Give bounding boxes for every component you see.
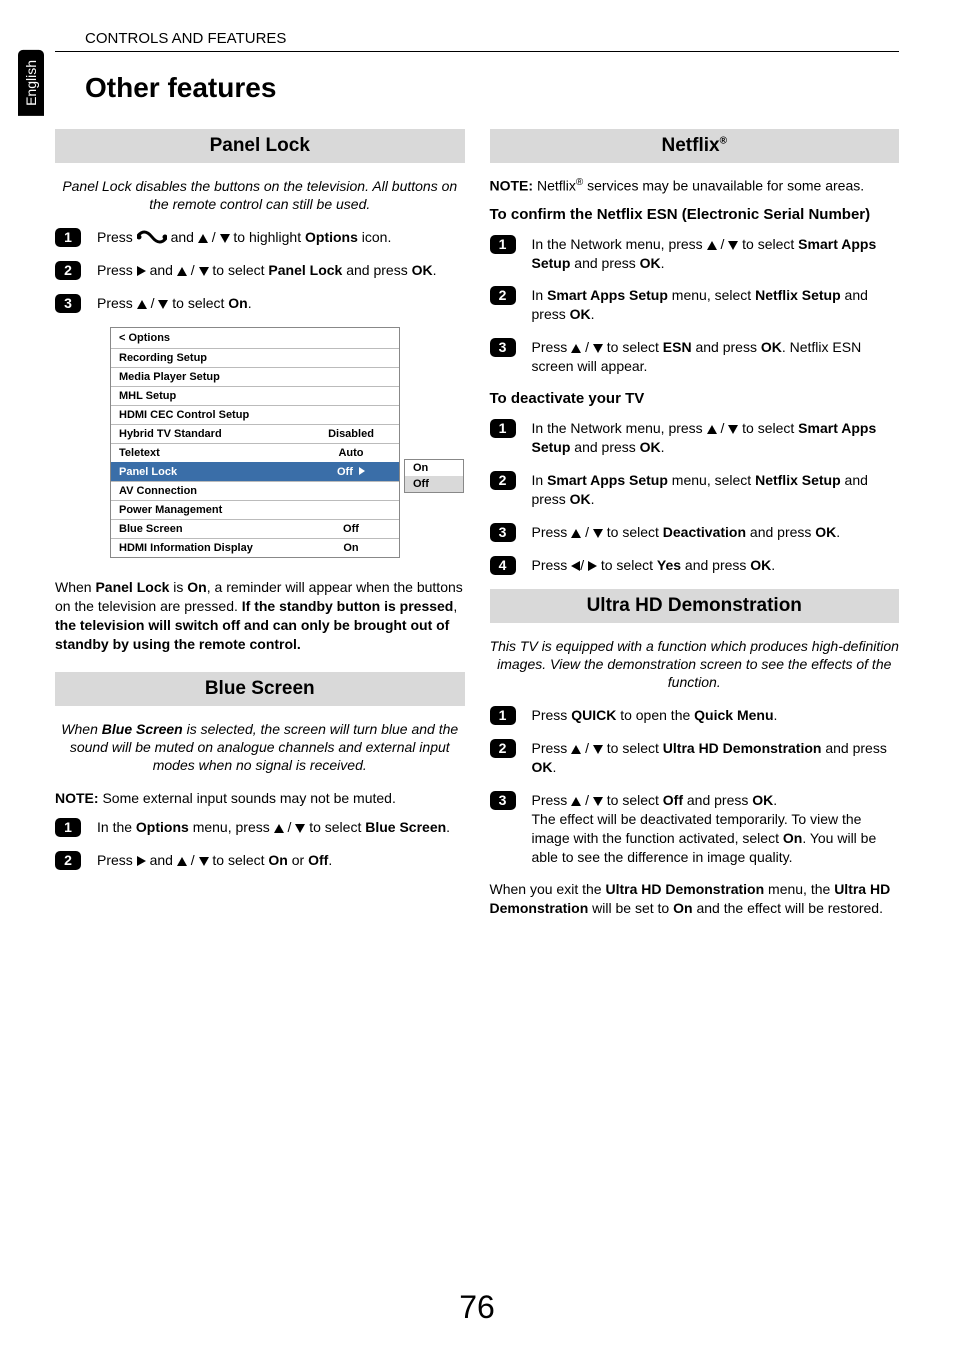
blue-screen-title: Blue Screen bbox=[55, 672, 465, 706]
netflix-deactivate-heading: To deactivate your TV bbox=[490, 390, 900, 407]
down-arrow-icon bbox=[593, 529, 603, 538]
uhd-step-1: 1 Press QUICK to open the Quick Menu. bbox=[490, 706, 900, 725]
step-badge-1: 1 bbox=[490, 235, 516, 254]
step-badge-3: 3 bbox=[490, 523, 516, 542]
menu-row-selected: Panel LockOff bbox=[111, 462, 399, 481]
remote-nav-icon bbox=[137, 230, 167, 244]
up-arrow-icon bbox=[571, 344, 581, 353]
page-number: 76 bbox=[0, 1289, 954, 1326]
down-arrow-icon bbox=[728, 241, 738, 250]
up-arrow-icon bbox=[571, 529, 581, 538]
left-column: Panel Lock Panel Lock disables the butto… bbox=[55, 129, 465, 936]
up-arrow-icon bbox=[137, 300, 147, 309]
menu-row: HDMI Information DisplayOn bbox=[111, 538, 399, 557]
step-badge-3: 3 bbox=[55, 294, 81, 313]
down-arrow-icon bbox=[158, 300, 168, 309]
menu-row: MHL Setup bbox=[111, 386, 399, 405]
right-arrow-icon bbox=[588, 561, 597, 571]
step-badge-1: 1 bbox=[490, 419, 516, 438]
step-badge-4: 4 bbox=[490, 556, 516, 575]
language-tab: English bbox=[18, 50, 44, 116]
netflix-de-step-1: 1 In the Network menu, press / to select… bbox=[490, 419, 900, 457]
menu-row: Blue ScreenOff bbox=[111, 519, 399, 538]
popup-option-off: Off bbox=[405, 476, 463, 492]
page-title: Other features bbox=[55, 72, 899, 104]
step-badge-1: 1 bbox=[490, 706, 516, 725]
netflix-note: NOTE: Netflix® services may be unavailab… bbox=[490, 177, 900, 194]
step-badge-2: 2 bbox=[490, 286, 516, 305]
chevron-right-icon bbox=[359, 467, 365, 475]
panel-lock-title: Panel Lock bbox=[55, 129, 465, 163]
right-column: Netflix® NOTE: Netflix® services may be … bbox=[490, 129, 900, 936]
down-arrow-icon bbox=[728, 425, 738, 434]
right-arrow-icon bbox=[137, 856, 146, 866]
right-arrow-icon bbox=[137, 266, 146, 276]
down-arrow-icon bbox=[199, 267, 209, 276]
uhd-after: When you exit the Ultra HD Demonstration… bbox=[490, 880, 900, 918]
uhd-step-2: 2 Press / to select Ultra HD Demonstrati… bbox=[490, 739, 900, 777]
down-arrow-icon bbox=[220, 234, 230, 243]
uhd-title: Ultra HD Demonstration bbox=[490, 589, 900, 623]
panel-lock-step-1: 1 Press and / to highlight Options icon. bbox=[55, 228, 465, 247]
step-badge-1: 1 bbox=[55, 818, 81, 837]
step-badge-3: 3 bbox=[490, 791, 516, 810]
header-rule bbox=[55, 51, 899, 52]
menu-row: Media Player Setup bbox=[111, 367, 399, 386]
uhd-step-3: 3 Press / to select Off and press OK. Th… bbox=[490, 791, 900, 867]
step-badge-3: 3 bbox=[490, 338, 516, 357]
netflix-esn-step-2: 2 In Smart Apps Setup menu, select Netfl… bbox=[490, 286, 900, 324]
netflix-esn-heading: To confirm the Netflix ESN (Electronic S… bbox=[490, 206, 900, 223]
down-arrow-icon bbox=[199, 857, 209, 866]
up-arrow-icon bbox=[707, 241, 717, 250]
netflix-esn-step-1: 1 In the Network menu, press / to select… bbox=[490, 235, 900, 273]
left-arrow-icon bbox=[571, 561, 580, 571]
panel-lock-note: When Panel Lock is On, a reminder will a… bbox=[55, 578, 465, 654]
step-badge-2: 2 bbox=[490, 471, 516, 490]
popup-option-on: On bbox=[405, 460, 463, 476]
up-arrow-icon bbox=[274, 824, 284, 833]
panel-lock-desc: Panel Lock disables the buttons on the t… bbox=[55, 177, 465, 213]
menu-row: AV Connection bbox=[111, 481, 399, 500]
menu-row: TeletextAuto bbox=[111, 443, 399, 462]
menu-row: Hybrid TV StandardDisabled bbox=[111, 424, 399, 443]
step-badge-2: 2 bbox=[490, 739, 516, 758]
down-arrow-icon bbox=[295, 824, 305, 833]
netflix-title: Netflix® bbox=[490, 129, 900, 163]
step-badge-2: 2 bbox=[55, 851, 81, 870]
up-arrow-icon bbox=[571, 797, 581, 806]
options-menu-header: < Options bbox=[111, 328, 399, 348]
up-arrow-icon bbox=[177, 267, 187, 276]
netflix-de-step-2: 2 In Smart Apps Setup menu, select Netfl… bbox=[490, 471, 900, 509]
netflix-de-step-3: 3 Press / to select Deactivation and pre… bbox=[490, 523, 900, 542]
uhd-desc: This TV is equipped with a function whic… bbox=[490, 637, 900, 692]
up-arrow-icon bbox=[707, 425, 717, 434]
menu-row: Power Management bbox=[111, 500, 399, 519]
down-arrow-icon bbox=[593, 745, 603, 754]
options-menu: < Options Recording Setup Media Player S… bbox=[110, 327, 400, 558]
netflix-de-step-4: 4 Press / to select Yes and press OK. bbox=[490, 556, 900, 575]
down-arrow-icon bbox=[593, 344, 603, 353]
panel-lock-step-2: 2 Press and / to select Panel Lock and p… bbox=[55, 261, 465, 280]
step-badge-2: 2 bbox=[55, 261, 81, 280]
up-arrow-icon bbox=[198, 234, 208, 243]
panel-lock-step-3: 3 Press / to select On. bbox=[55, 294, 465, 313]
options-side-popup: On Off bbox=[404, 459, 464, 493]
netflix-esn-step-3: 3 Press / to select ESN and press OK. Ne… bbox=[490, 338, 900, 376]
blue-screen-note: NOTE: Some external input sounds may not… bbox=[55, 790, 465, 806]
up-arrow-icon bbox=[177, 857, 187, 866]
down-arrow-icon bbox=[593, 797, 603, 806]
menu-row: Recording Setup bbox=[111, 348, 399, 367]
blue-screen-step-2: 2 Press and / to select On or Off. bbox=[55, 851, 465, 870]
breadcrumb: CONTROLS AND FEATURES bbox=[55, 30, 899, 47]
up-arrow-icon bbox=[571, 745, 581, 754]
blue-screen-step-1: 1 In the Options menu, press / to select… bbox=[55, 818, 465, 837]
step-badge-1: 1 bbox=[55, 228, 81, 247]
menu-row: HDMI CEC Control Setup bbox=[111, 405, 399, 424]
blue-screen-desc: When Blue Screen is selected, the screen… bbox=[55, 720, 465, 775]
